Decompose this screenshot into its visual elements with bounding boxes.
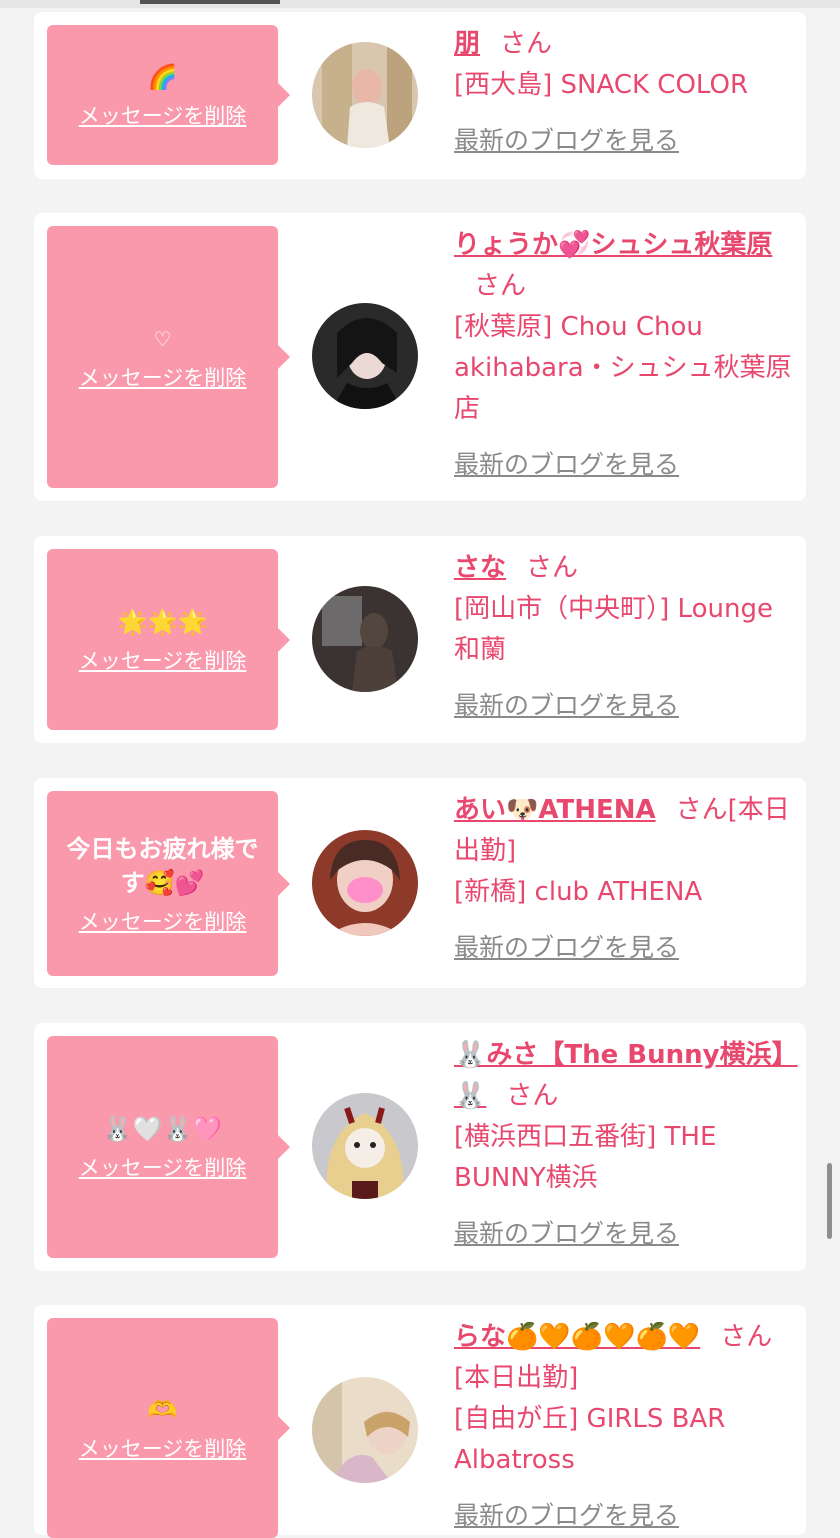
- avatar[interactable]: [312, 303, 418, 409]
- avatar[interactable]: [312, 586, 418, 692]
- latest-blog-link[interactable]: 最新のブログを見る: [454, 927, 799, 968]
- message-card: 🐰🤍🐰🩷 メッセージを削除 🐰みさ【The Bunny横浜】🐰 さん [横浜西口五…: [34, 1023, 806, 1271]
- cast-info: 🐰みさ【The Bunny横浜】🐰 さん [横浜西口五番街] THE BUNNY横…: [454, 1035, 799, 1254]
- delete-message-link[interactable]: メッセージを削除: [79, 1433, 247, 1463]
- message-text: 今日もお疲れ様です🥰💕: [66, 834, 259, 897]
- avatar[interactable]: [312, 42, 418, 148]
- name-suffix: さん: [506, 1081, 559, 1111]
- cast-name-link[interactable]: らな🍊🧡🍊🧡🍊🧡: [454, 1322, 700, 1352]
- shop-name: [新橋] club ATHENA: [454, 877, 703, 907]
- message-text: 🌟🌟🌟: [117, 607, 208, 636]
- name-suffix: さん: [500, 29, 553, 59]
- active-tab-indicator: [140, 0, 280, 4]
- cast-name-link[interactable]: りょうか💞シュシュ秋葉原: [454, 230, 772, 260]
- shop-name: [西大島] SNACK COLOR: [454, 70, 749, 100]
- cast-name-link[interactable]: あい🐶ATHENA: [454, 795, 656, 825]
- message-bubble: 🌟🌟🌟 メッセージを削除: [47, 549, 290, 730]
- message-card: 🌈 メッセージを削除 朋さん [西大島] SNACK COLOR 最新のブログを…: [34, 12, 806, 179]
- message-card: 今日もお疲れ様です🥰💕 メッセージを削除 あい🐶ATHENA さん[本日出勤] […: [34, 778, 806, 988]
- shop-name: [秋葉原] Chou Chou akihabara・シュシュ秋葉原店: [454, 312, 792, 424]
- latest-blog-link[interactable]: 最新のブログを見る: [454, 444, 799, 485]
- name-suffix: さん: [526, 553, 579, 583]
- cast-info: りょうか💞シュシュ秋葉原さん [秋葉原] Chou Chou akihabara…: [454, 225, 799, 485]
- message-card: 🌟🌟🌟 メッセージを削除 さな さん [岡山市（中央町）] Lounge 和蘭 最…: [34, 536, 806, 743]
- delete-message-link[interactable]: メッセージを削除: [79, 100, 247, 130]
- message-card: ♡ メッセージを削除 りょうか💞シュシュ秋葉原さん [秋葉原] Chou Cho…: [34, 213, 806, 501]
- delete-message-link[interactable]: メッセージを削除: [79, 1152, 247, 1182]
- cast-info: さな さん [岡山市（中央町）] Lounge 和蘭 最新のブログを見る: [454, 548, 799, 726]
- cast-name-link[interactable]: さな: [454, 553, 506, 583]
- latest-blog-link[interactable]: 最新のブログを見る: [454, 120, 799, 161]
- message-text: ♡: [153, 327, 172, 351]
- scrollbar[interactable]: [827, 1163, 832, 1239]
- message-bubble: 🌈 メッセージを削除: [47, 25, 290, 165]
- latest-blog-link[interactable]: 最新のブログを見る: [454, 1495, 799, 1536]
- message-text: 🌈: [147, 63, 178, 91]
- name-suffix: さん: [474, 271, 527, 301]
- cast-info: 朋さん [西大島] SNACK COLOR 最新のブログを見る: [454, 24, 799, 161]
- shop-name: [横浜西口五番街] THE BUNNY横浜: [454, 1122, 717, 1193]
- avatar[interactable]: [312, 1093, 418, 1199]
- message-card: 🫶 メッセージを削除 らな🍊🧡🍊🧡🍊🧡 さん[本日出勤] [自由が丘] GIRLS…: [34, 1305, 806, 1538]
- delete-message-link[interactable]: メッセージを削除: [79, 645, 247, 675]
- shop-name: [岡山市（中央町）] Lounge 和蘭: [454, 594, 773, 665]
- avatar[interactable]: [312, 1377, 418, 1483]
- top-bar: [0, 0, 840, 8]
- cast-info: あい🐶ATHENA さん[本日出勤] [新橋] club ATHENA 最新のブロ…: [454, 790, 799, 968]
- message-bubble: 🫶 メッセージを削除: [47, 1318, 290, 1538]
- message-text: 🐰🤍🐰🩷: [102, 1115, 223, 1143]
- delete-message-link[interactable]: メッセージを削除: [79, 906, 247, 936]
- cast-name-link[interactable]: 朋: [454, 29, 480, 59]
- latest-blog-link[interactable]: 最新のブログを見る: [454, 685, 799, 726]
- delete-message-link[interactable]: メッセージを削除: [79, 362, 247, 392]
- shop-name: [自由が丘] GIRLS BAR Albatross: [454, 1404, 726, 1475]
- message-bubble: 今日もお疲れ様です🥰💕 メッセージを削除: [47, 791, 290, 976]
- message-bubble: ♡ メッセージを削除: [47, 226, 290, 488]
- cast-info: らな🍊🧡🍊🧡🍊🧡 さん[本日出勤] [自由が丘] GIRLS BAR Albatr…: [454, 1317, 799, 1536]
- message-text: 🫶: [147, 1396, 178, 1424]
- message-bubble: 🐰🤍🐰🩷 メッセージを削除: [47, 1036, 290, 1258]
- latest-blog-link[interactable]: 最新のブログを見る: [454, 1213, 799, 1254]
- avatar[interactable]: [312, 830, 418, 936]
